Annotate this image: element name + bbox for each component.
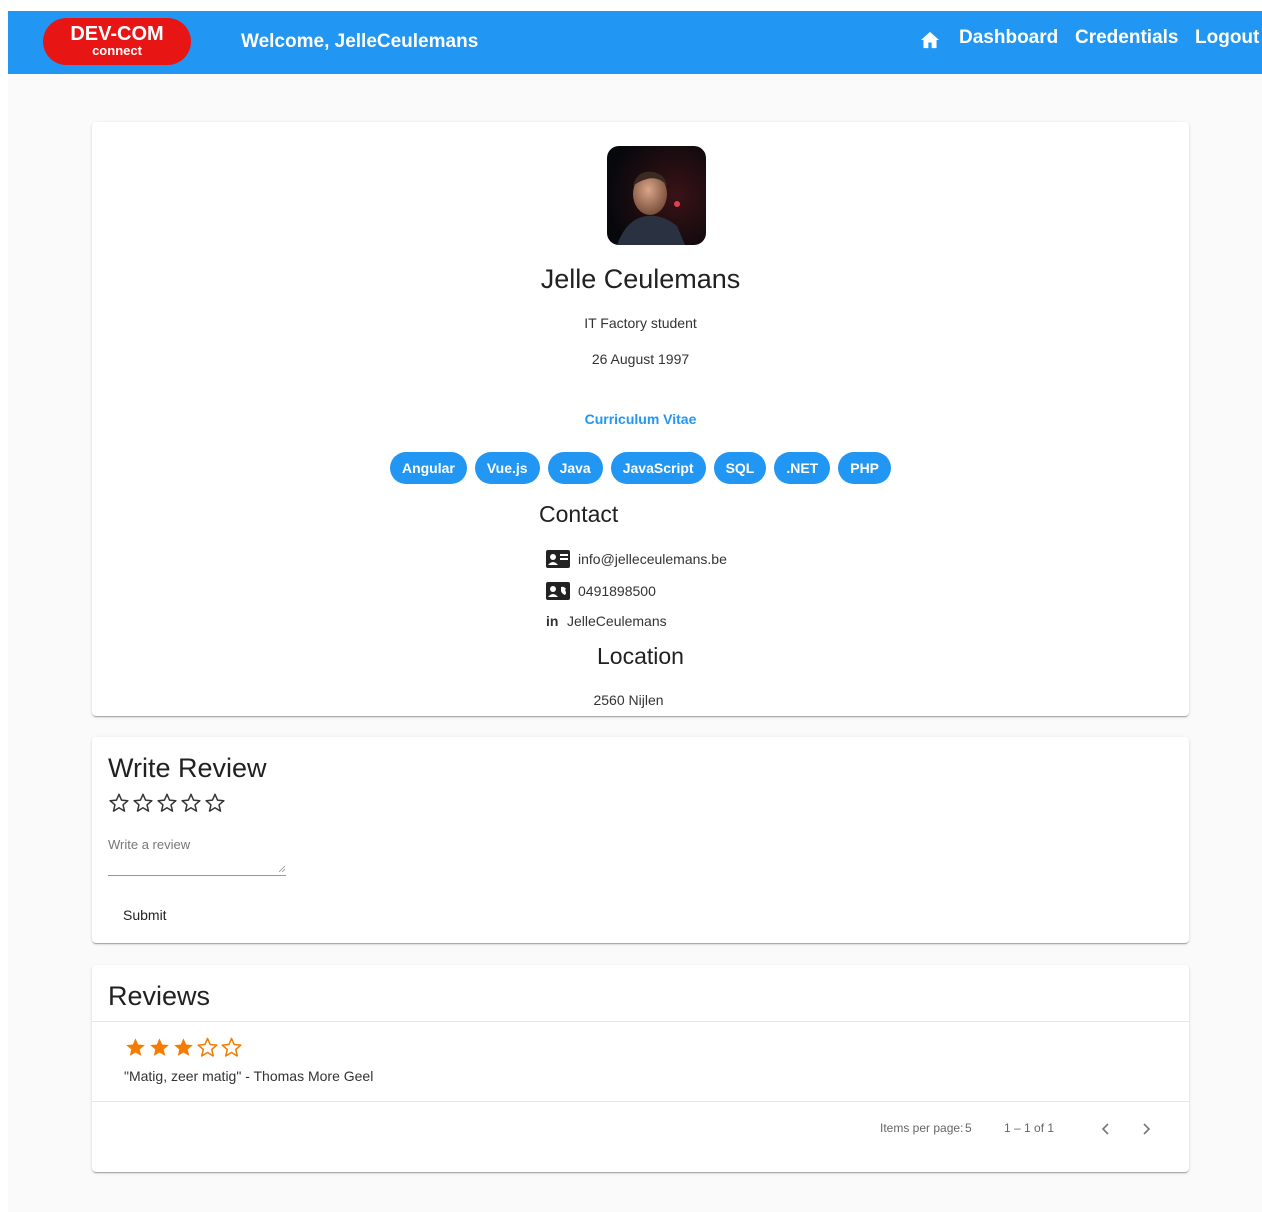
nav-dashboard[interactable]: Dashboard bbox=[959, 27, 1058, 49]
star-outline-icon[interactable] bbox=[204, 792, 226, 814]
star-outline-icon[interactable] bbox=[180, 792, 202, 814]
reviews-heading: Reviews bbox=[108, 981, 211, 1011]
star-outline-icon[interactable] bbox=[108, 792, 130, 814]
logo-title: DEV-COM bbox=[70, 23, 164, 45]
contact-card-icon bbox=[546, 550, 570, 568]
welcome-text: Welcome, JelleCeulemans bbox=[241, 31, 479, 52]
rating-input bbox=[108, 792, 226, 814]
location-value: 2560 Nijlen bbox=[593, 692, 664, 708]
star-outline-icon[interactable] bbox=[132, 792, 154, 814]
skill-chip: .NET bbox=[774, 452, 831, 484]
review-field bbox=[108, 837, 286, 876]
star-filled-icon bbox=[150, 1038, 169, 1056]
skill-chip: PHP bbox=[838, 452, 892, 484]
top-navbar: DEV-COM connect Welcome, JelleCeulemans … bbox=[8, 11, 1262, 74]
profile-subtitle: IT Factory student bbox=[584, 315, 697, 331]
logo-subtitle: connect bbox=[92, 43, 142, 58]
write-review-heading: Write Review bbox=[108, 753, 267, 783]
divider bbox=[92, 1101, 1189, 1102]
contact-heading: Contact bbox=[539, 501, 619, 527]
logo[interactable]: DEV-COM connect bbox=[43, 18, 191, 65]
review-text: "Matig, zeer matig" - Thomas More Geel bbox=[124, 1068, 374, 1084]
page-range: 1 – 1 of 1 bbox=[1004, 1121, 1055, 1135]
write-review-card: Write Review Submit bbox=[92, 737, 1189, 943]
review-rating bbox=[124, 1036, 243, 1059]
profile-card: Jelle Ceulemans IT Factory student 26 Au… bbox=[92, 122, 1189, 716]
star-outline-icon bbox=[221, 1037, 242, 1057]
nav-credentials[interactable]: Credentials bbox=[1075, 27, 1178, 49]
cv-link-label[interactable]: Curriculum Vitae bbox=[585, 411, 697, 427]
submit-button[interactable]: Submit bbox=[108, 897, 182, 933]
contact-email[interactable]: info@jelleceulemans.be bbox=[578, 551, 727, 567]
star-outline-icon bbox=[197, 1037, 218, 1057]
home-icon[interactable] bbox=[920, 31, 940, 49]
items-per-page-label: Items per page: bbox=[880, 1121, 964, 1135]
review-textarea[interactable] bbox=[108, 837, 278, 867]
location-heading: Location bbox=[597, 643, 684, 669]
skill-chip: JavaScript bbox=[610, 452, 706, 484]
skill-chip: Angular bbox=[389, 452, 467, 484]
avatar bbox=[607, 146, 706, 245]
resize-grip-icon[interactable] bbox=[279, 866, 285, 872]
reviews-card: Reviews "Matig, zeer matig" - Thomas Mor… bbox=[92, 965, 1189, 1172]
linkedin-icon: in bbox=[546, 613, 559, 629]
star-filled-icon bbox=[174, 1038, 193, 1056]
contact-linkedin[interactable]: JelleCeulemans bbox=[567, 613, 667, 629]
nav-logout[interactable]: Logout bbox=[1195, 27, 1259, 49]
chevron-left-icon[interactable] bbox=[1096, 1119, 1116, 1139]
page: DEV-COM connect Welcome, JelleCeulemans … bbox=[8, 11, 1262, 1212]
items-per-page-select[interactable]: 5 bbox=[965, 1121, 972, 1135]
chevron-right-icon[interactable] bbox=[1136, 1119, 1156, 1139]
contact-phone-icon bbox=[546, 582, 570, 600]
star-outline-icon[interactable] bbox=[156, 792, 178, 814]
skill-chip: Java bbox=[547, 452, 603, 484]
skill-chip: SQL bbox=[713, 452, 767, 484]
cv-link[interactable]: Curriculum Vitae bbox=[92, 411, 1189, 427]
contact-phone[interactable]: 0491898500 bbox=[578, 583, 656, 599]
divider bbox=[92, 1021, 1189, 1022]
skill-chips: Angular Vue.js Java JavaScript SQL .NET … bbox=[92, 452, 1189, 484]
star-filled-icon bbox=[126, 1038, 145, 1056]
profile-name: Jelle Ceulemans bbox=[540, 264, 741, 294]
skill-chip: Vue.js bbox=[474, 452, 540, 484]
profile-birthdate: 26 August 1997 bbox=[591, 351, 690, 367]
